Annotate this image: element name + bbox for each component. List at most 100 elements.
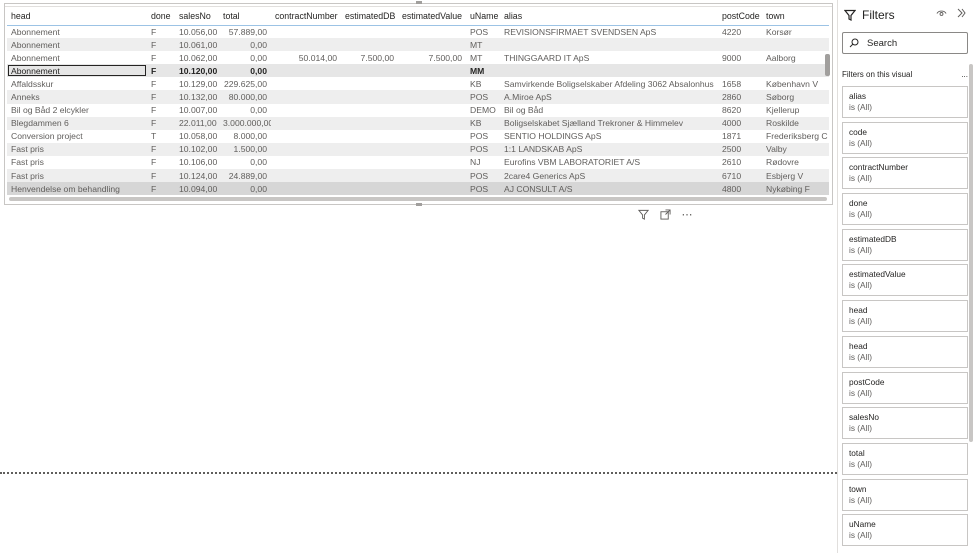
more-options-icon[interactable]: ⋯ — [681, 208, 693, 221]
table-cell-contractnumber[interactable] — [271, 38, 341, 52]
column-header-total[interactable]: total — [219, 8, 271, 26]
table-cell-alias[interactable]: REVISIONSFIRMAET SVENDSEN ApS — [500, 25, 718, 38]
table-cell-done[interactable]: F — [147, 51, 175, 64]
table-cell-estimatedvalue[interactable] — [398, 116, 466, 130]
table-cell-uname[interactable]: POS — [466, 182, 500, 196]
table-cell-total[interactable]: 0,00 — [219, 64, 271, 78]
table-cell-uname[interactable]: NJ — [466, 156, 500, 169]
table-cell-postcode[interactable]: 2500 — [718, 142, 762, 156]
resize-handle-bottom[interactable] — [416, 203, 422, 206]
column-header-town[interactable]: town — [762, 8, 829, 26]
table-cell-town[interactable]: Frederiksberg C — [762, 130, 829, 143]
table-cell-town[interactable]: Søborg — [762, 90, 829, 104]
table-cell-contractnumber[interactable] — [271, 104, 341, 117]
table-cell-contractnumber[interactable] — [271, 25, 341, 38]
table-cell-total[interactable]: 57.889,00 — [219, 25, 271, 38]
filter-card-contractnumber[interactable]: contractNumber is (All) — [842, 157, 968, 190]
column-header-estimateddb[interactable]: estimatedDB — [341, 8, 398, 26]
table-cell-total[interactable]: 1.500,00 — [219, 142, 271, 156]
table-cell-town[interactable]: Rødovre — [762, 156, 829, 169]
table-cell-contractnumber[interactable] — [271, 156, 341, 169]
table-cell-done[interactable]: F — [147, 142, 175, 156]
table-cell-alias[interactable] — [500, 64, 718, 78]
table-cell-total[interactable]: 0,00 — [219, 51, 271, 64]
table-cell-uname[interactable]: DEMO — [466, 104, 500, 117]
table-cell-estimatedvalue[interactable] — [398, 182, 466, 196]
table-cell-estimatedvalue[interactable]: 7.500,00 — [398, 51, 466, 64]
filter-card-head[interactable]: head is (All) — [842, 300, 968, 333]
table-cell-total[interactable]: 0,00 — [219, 104, 271, 117]
table-cell-estimatedvalue[interactable] — [398, 142, 466, 156]
table-cell-town[interactable]: Nykøbing F — [762, 182, 829, 196]
table-cell-salesno[interactable]: 22.011,00 — [175, 116, 219, 130]
horizontal-scrollbar[interactable] — [9, 197, 827, 201]
table-row[interactable]: Anneks F 10.132,00 80.000,00 POS A.Miroe ApS 2… — [7, 90, 829, 104]
table-cell-head[interactable]: Fast pris — [7, 169, 147, 183]
column-header-head[interactable]: head — [7, 8, 147, 26]
resize-handle-top[interactable] — [416, 1, 422, 4]
table-cell-estimatedvalue[interactable] — [398, 64, 466, 78]
table-cell-contractnumber[interactable]: 50.014,00 — [271, 51, 341, 64]
vertical-scrollbar[interactable] — [825, 54, 830, 76]
table-cell-estimateddb[interactable] — [341, 142, 398, 156]
table-cell-done[interactable]: T — [147, 130, 175, 143]
table-cell-contractnumber[interactable] — [271, 182, 341, 196]
table-cell-contractnumber[interactable] — [271, 130, 341, 143]
table-cell-done[interactable]: F — [147, 182, 175, 196]
table-cell-estimatedvalue[interactable] — [398, 90, 466, 104]
table-row[interactable]: Fast pris F 10.102,00 1.500,00 POS 1:1 LANDSK… — [7, 142, 829, 156]
table-cell-alias[interactable]: Bil og Båd — [500, 104, 718, 117]
table-cell-estimateddb[interactable] — [341, 156, 398, 169]
table-cell-done[interactable]: F — [147, 104, 175, 117]
table-cell-alias[interactable] — [500, 38, 718, 52]
table-cell-head[interactable]: Blegdammen 6 — [7, 116, 147, 130]
table-cell-head[interactable]: Fast pris — [7, 156, 147, 169]
table-cell-contractnumber[interactable] — [271, 169, 341, 183]
table-cell-head[interactable]: Conversion project — [7, 130, 147, 143]
table-cell-town[interactable]: København V — [762, 77, 829, 90]
table-cell-contractnumber[interactable] — [271, 116, 341, 130]
table-cell-salesno[interactable]: 10.058,00 — [175, 130, 219, 143]
table-cell-done[interactable]: F — [147, 77, 175, 90]
table-cell-alias[interactable]: THINGGAARD IT ApS — [500, 51, 718, 64]
table-cell-head[interactable]: Affaldsskur — [7, 77, 147, 90]
table-cell-town[interactable]: Aalborg — [762, 51, 829, 64]
table-cell-estimateddb[interactable] — [341, 77, 398, 90]
column-header-contractnumber[interactable]: contractNumber — [271, 8, 341, 26]
table-cell-head[interactable]: Abonnement — [7, 51, 147, 64]
table-cell-done[interactable]: F — [147, 25, 175, 38]
table-cell-contractnumber[interactable] — [271, 90, 341, 104]
table-cell-postcode[interactable] — [718, 64, 762, 78]
table-cell-estimateddb[interactable] — [341, 25, 398, 38]
table-cell-town[interactable]: Roskilde — [762, 116, 829, 130]
table-cell-estimatedvalue[interactable] — [398, 130, 466, 143]
table-cell-head[interactable]: Fast pris — [7, 142, 147, 156]
filter-card-estimateddb[interactable]: estimatedDB is (All) — [842, 228, 968, 261]
table-cell-salesno[interactable]: 10.124,00 — [175, 169, 219, 183]
table-cell-head[interactable]: Henvendelse om behandling — [7, 182, 147, 196]
table-cell-total[interactable]: 0,00 — [219, 38, 271, 52]
table-cell-estimateddb[interactable] — [341, 90, 398, 104]
table-cell-uname[interactable]: MT — [466, 51, 500, 64]
table-row[interactable]: Conversion project T 10.058,00 8.000,00 POS S… — [7, 130, 829, 143]
table-cell-town[interactable]: Valby — [762, 142, 829, 156]
table-cell-contractnumber[interactable] — [271, 142, 341, 156]
table-cell-postcode[interactable]: 9000 — [718, 51, 762, 64]
table-cell-alias[interactable]: 1:1 LANDSKAB ApS — [500, 142, 718, 156]
table-cell-salesno[interactable]: 10.102,00 — [175, 142, 219, 156]
table-row[interactable]: Abonnement F 10.061,00 0,00 MT — [7, 38, 829, 52]
table-cell-head[interactable]: Abonnement — [7, 64, 147, 78]
table-cell-estimatedvalue[interactable] — [398, 77, 466, 90]
table-cell-town[interactable]: Kjellerup — [762, 104, 829, 117]
table-cell-postcode[interactable]: 2610 — [718, 156, 762, 169]
table-cell-estimateddb[interactable] — [341, 182, 398, 196]
table-row[interactable]: Fast pris F 10.106,00 0,00 NJ Eurofins VBM LA… — [7, 156, 829, 169]
table-row[interactable]: Fast pris F 10.124,00 24.889,00 POS 2care4 Ge… — [7, 169, 829, 183]
more-options-icon[interactable]: ... — [961, 70, 968, 79]
table-cell-total[interactable]: 0,00 — [219, 156, 271, 169]
table-row[interactable]: Abonnement F 10.062,00 0,00 50.014,00 7.500,0… — [7, 51, 829, 64]
filters-search-input[interactable]: Search — [842, 32, 968, 54]
table-cell-salesno[interactable]: 10.129,00 — [175, 77, 219, 90]
table-cell-uname[interactable]: KB — [466, 77, 500, 90]
table-cell-estimatedvalue[interactable] — [398, 156, 466, 169]
